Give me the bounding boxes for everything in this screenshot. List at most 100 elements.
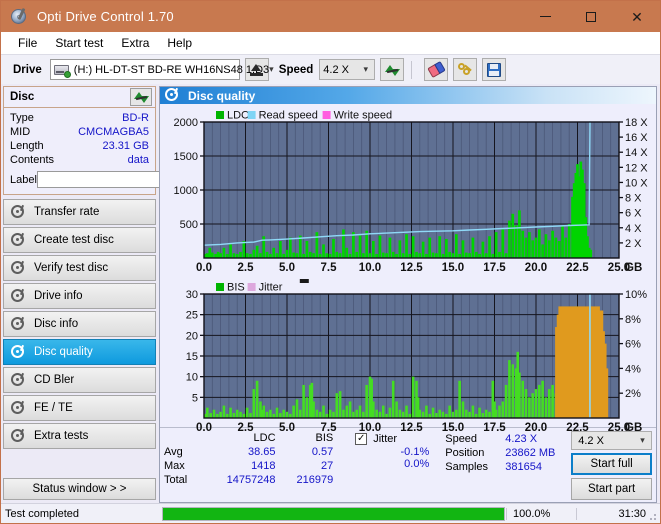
status-text: Test completed	[5, 507, 79, 520]
resize-grip[interactable]	[647, 511, 657, 521]
disc-test-icon	[11, 372, 26, 388]
svg-text:4%: 4%	[625, 364, 641, 376]
sidebar-label-cd-bler: CD Bler	[34, 374, 75, 386]
svg-text:Read speed: Read speed	[259, 110, 318, 122]
start-full-button[interactable]: Start full	[571, 453, 652, 475]
chevron-down-icon: ▾	[269, 64, 274, 74]
disc-key-type: Type	[10, 112, 34, 124]
sidebar-item-fe-te[interactable]: FE / TE	[3, 395, 156, 421]
sidebar-label-drive-info: Drive info	[34, 290, 83, 302]
svg-text:10 X: 10 X	[625, 178, 648, 190]
svg-text:GB: GB	[625, 262, 642, 274]
maximize-button[interactable]	[568, 1, 614, 32]
svg-text:15.0: 15.0	[442, 262, 464, 274]
toolbar-divider	[411, 60, 413, 79]
charts-container: LDC Read speed Write speed 500 1000 1500 2000 2…	[160, 104, 656, 435]
svg-text:2.5: 2.5	[238, 422, 255, 434]
svg-text:15.0: 15.0	[442, 422, 464, 434]
app-disc-pen-icon	[11, 7, 29, 26]
disc-test-icon	[11, 400, 26, 416]
sidebar-item-create-test-disc[interactable]: Create test disc	[3, 227, 156, 253]
svg-text:0.0: 0.0	[196, 422, 212, 434]
disc-value-length: 23.31 GB	[102, 140, 149, 152]
svg-text:7.5: 7.5	[321, 262, 338, 274]
minimize-button[interactable]	[522, 1, 568, 32]
app-window: Opti Drive Control 1.70 ✕ File Start tes…	[0, 0, 661, 524]
sidebar-item-disc-info[interactable]: Disc info	[3, 311, 156, 337]
window-controls: ✕	[522, 1, 660, 32]
refresh-icon	[384, 63, 400, 77]
sidebar-label-verify-test-disc: Verify test disc	[34, 262, 109, 274]
svg-text:2 X: 2 X	[625, 238, 642, 250]
svg-text:30: 30	[186, 289, 198, 301]
panel-title: Disc quality	[188, 88, 256, 103]
menu-help[interactable]: Help	[158, 34, 201, 52]
sidebar-item-disc-quality[interactable]: Disc quality	[3, 339, 156, 365]
svg-text:6 X: 6 X	[625, 208, 642, 220]
disc-test-icon	[11, 232, 26, 248]
svg-text:LDC: LDC	[227, 110, 249, 122]
disc-row-contents: Contents data	[10, 153, 149, 167]
drive-toolbar: Drive (H:) HL-DT-ST BD-RE WH16NS48 1.D3 …	[1, 54, 660, 84]
svg-text:Write speed: Write speed	[334, 110, 393, 122]
svg-text:14 X: 14 X	[625, 148, 648, 160]
svg-text:Jitter: Jitter	[259, 282, 283, 294]
start-part-button[interactable]: Start part	[571, 478, 652, 500]
sidebar-item-transfer-rate[interactable]: Transfer rate	[3, 199, 156, 225]
keys-button[interactable]	[453, 58, 478, 81]
progress-bar	[162, 506, 505, 521]
disc-panel-title: Disc	[10, 91, 35, 103]
svg-text:500: 500	[180, 219, 198, 231]
svg-text:17.5: 17.5	[483, 422, 506, 434]
test-speed-select[interactable]: 4.2 X ▾	[571, 431, 652, 450]
test-nav-list: Transfer rate Create test disc Verify te…	[3, 199, 156, 449]
speed-select[interactable]: 4.2 X ▾	[319, 59, 376, 80]
sidebar-item-verify-test-disc[interactable]: Verify test disc	[3, 255, 156, 281]
stats-key-position: Position	[445, 447, 485, 459]
svg-text:20.0: 20.0	[525, 422, 547, 434]
drive-select-value: (H:) HL-DT-ST BD-RE WH16NS48 1.D3	[73, 63, 270, 76]
stats-column-jitter: ✓ Jitter -0.1% 0.0%	[355, 431, 429, 470]
close-icon[interactable]: ✕	[614, 1, 660, 32]
refresh-button[interactable]	[380, 58, 405, 81]
title-bar: Opti Drive Control 1.70 ✕	[1, 1, 660, 32]
bis-chart: BIS Jitter 5 10 15 20 25 30 2% 4% 6% 8% 10% 0.0 2.5 5.0…	[160, 276, 656, 436]
stats-readout-block: Speed 4.23 X Position 23862 MB Samples 3…	[445, 431, 571, 474]
stats-bis-avg: 0.57	[311, 446, 334, 458]
svg-text:10.0: 10.0	[359, 262, 381, 274]
disc-refresh-button[interactable]	[130, 88, 152, 106]
sidebar: Disc Type BD-R MID CMCMAGBA5 Length 23.3…	[1, 84, 239, 503]
disc-test-icon	[11, 428, 26, 444]
drive-select[interactable]: (H:) HL-DT-ST BD-RE WH16NS48 1.D3 ▾	[49, 59, 274, 80]
disc-label-row: Label	[10, 170, 239, 189]
disc-key-mid: MID	[10, 126, 31, 138]
sidebar-item-cd-bler[interactable]: CD Bler	[3, 367, 156, 393]
status-window-button[interactable]: Status window > >	[3, 478, 156, 500]
disc-test-icon	[11, 288, 26, 304]
stats-bis-max: 27	[320, 460, 334, 472]
menu-start-test[interactable]: Start test	[46, 34, 112, 52]
stats-row-position: Position 23862 MB	[445, 446, 571, 460]
stats-label-max: Max	[164, 460, 185, 472]
eraser-icon	[427, 60, 446, 79]
svg-text:8 X: 8 X	[625, 193, 642, 205]
stats-label-avg: Avg	[164, 446, 183, 458]
svg-text:25: 25	[186, 310, 198, 322]
menu-bar: File Start test Extra Help	[1, 32, 660, 54]
stats-row-samples: Samples 381654	[445, 460, 571, 474]
sidebar-label-transfer-rate: Transfer rate	[34, 206, 100, 218]
sidebar-item-drive-info[interactable]: Drive info	[3, 283, 156, 309]
svg-text:0.0: 0.0	[196, 262, 212, 274]
disc-row-type: Type BD-R	[10, 111, 149, 125]
svg-text:7.5: 7.5	[321, 422, 338, 434]
menu-file[interactable]: File	[9, 34, 46, 52]
drive-label: Drive	[13, 63, 42, 76]
sidebar-item-extra-tests[interactable]: Extra tests	[3, 423, 156, 449]
save-button[interactable]	[482, 58, 507, 81]
disc-row-length: Length 23.31 GB	[10, 139, 149, 153]
disc-test-icon	[11, 344, 26, 360]
save-icon	[487, 62, 502, 77]
menu-extra[interactable]: Extra	[112, 34, 158, 52]
erase-button[interactable]	[424, 58, 449, 81]
